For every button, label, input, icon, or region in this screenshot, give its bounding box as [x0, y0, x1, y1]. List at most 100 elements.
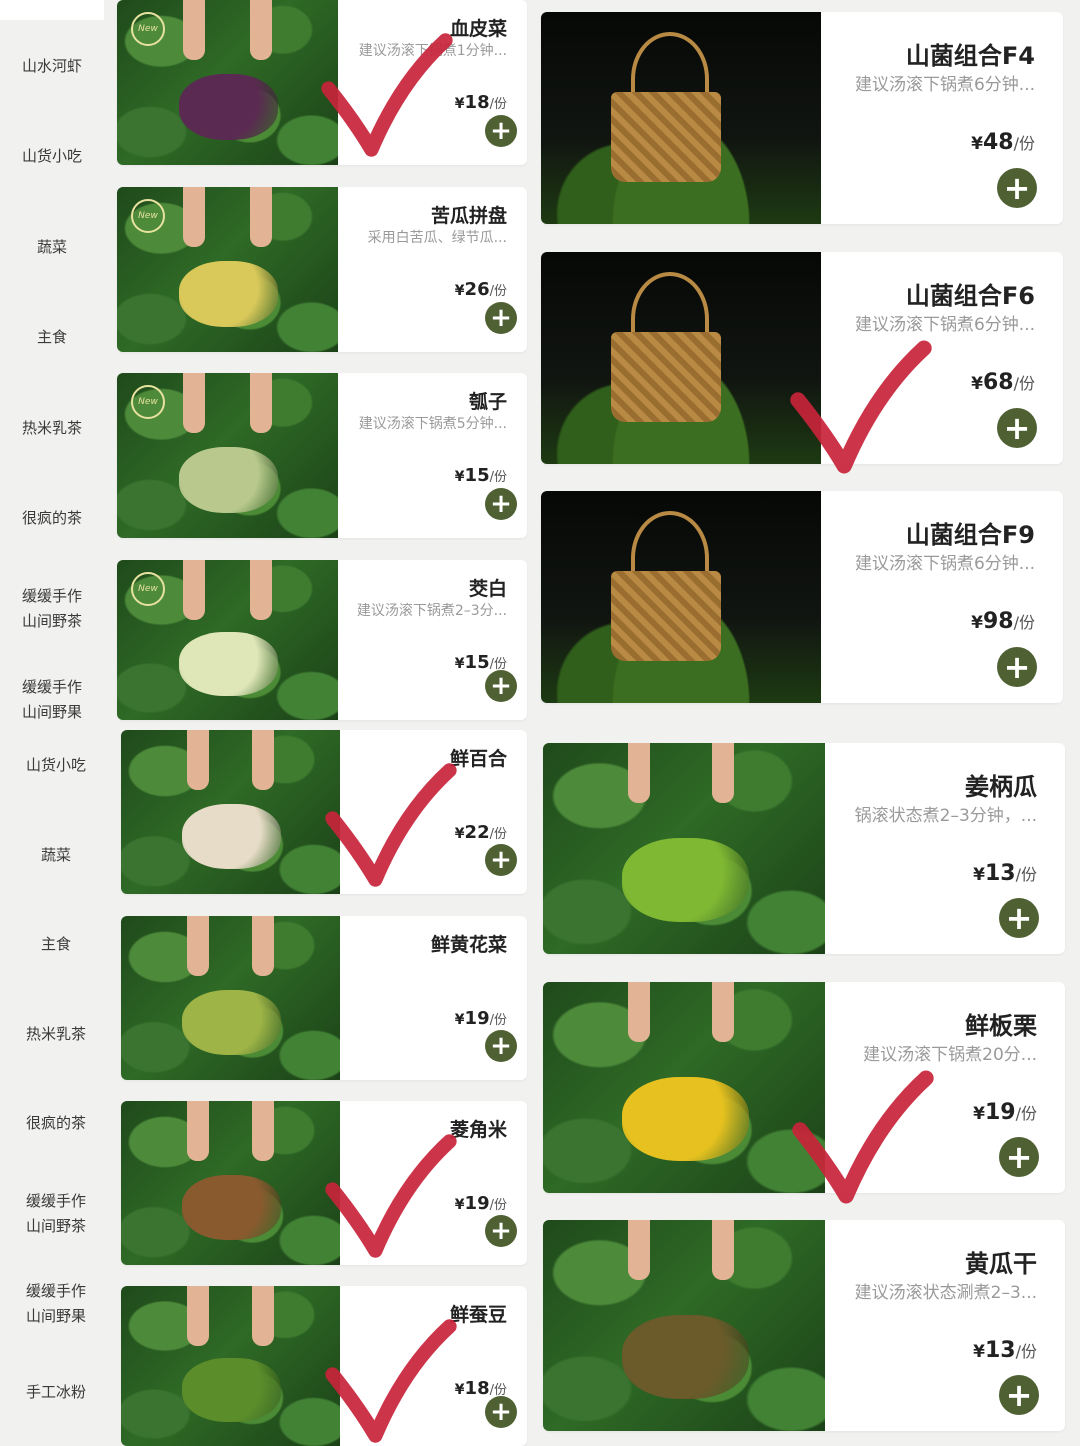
sidebar-item-15[interactable]: 手工冰粉 [4, 1380, 108, 1405]
left-product-card-3[interactable]: New 茭白 建议汤滚下锅煮2–3分... ¥15/份 + [117, 560, 527, 720]
product-name: 山菌组合F4 [905, 42, 1035, 70]
sidebar-item-6[interactable]: 缓缓手作 山间野茶 [0, 584, 104, 634]
plus-circle-icon: + [490, 1031, 512, 1061]
add-to-cart-button[interactable]: + [999, 1375, 1039, 1415]
product-description: 建议汤滚下锅煮1分钟... [358, 43, 507, 59]
produce-illustration [621, 1076, 749, 1162]
product-image[interactable]: New [117, 187, 338, 352]
add-to-cart-button[interactable]: + [997, 168, 1037, 208]
left-product-card-1[interactable]: New 苦瓜拼盘 采用白苦瓜、绿节瓜... ¥26/份 + [117, 187, 527, 352]
sidebar-item-8[interactable]: 山货小吃 [4, 753, 108, 778]
arm [186, 1101, 209, 1161]
produce-illustration [182, 1358, 281, 1422]
price-unit: /份 [1013, 613, 1035, 632]
add-to-cart-button[interactable]: + [485, 488, 517, 520]
arm [627, 982, 650, 1042]
product-info: 山菌组合F9 建议汤滚下锅煮6分钟... ¥98/份 + [821, 491, 1063, 703]
sidebar-item-9[interactable]: 蔬菜 [4, 843, 108, 868]
product-image[interactable] [541, 491, 821, 703]
right-product-card-1[interactable]: 山菌组合F6 建议汤滚下锅煮6分钟... ¥68/份 + [541, 252, 1063, 464]
sidebar-active-strip [0, 0, 104, 20]
right-product-card-5[interactable]: 黄瓜干 建议汤滚状态涮煮2–3... ¥13/份 + [543, 1220, 1065, 1431]
new-badge-icon: New [131, 385, 165, 419]
sidebar-item-1[interactable]: 山货小吃 [0, 144, 104, 169]
left-product-card-2[interactable]: New 瓠子 建议汤滚下锅煮5分钟... ¥15/份 + [117, 373, 527, 538]
sidebar-item-4[interactable]: 热米乳茶 [0, 416, 104, 441]
add-to-cart-button[interactable]: + [999, 1137, 1039, 1177]
arm [252, 1286, 275, 1346]
product-image[interactable] [541, 12, 821, 224]
left-product-card-4[interactable]: 鲜百合 ¥22/份 + [121, 730, 527, 894]
currency-symbol: ¥ [454, 283, 465, 299]
price-value: 15 [464, 465, 490, 486]
product-image[interactable] [121, 730, 340, 894]
product-description: 建议汤滚下锅煮2–3分... [356, 603, 507, 619]
product-image[interactable] [543, 743, 825, 954]
left-product-card-6[interactable]: 菱角米 ¥19/份 + [121, 1101, 527, 1265]
sidebar-item-7[interactable]: 缓缓手作 山间野果 [0, 675, 104, 725]
add-to-cart-button[interactable]: + [485, 302, 517, 334]
plus-circle-icon: + [1005, 1138, 1033, 1176]
product-image[interactable]: New [117, 560, 338, 720]
left-product-card-7[interactable]: 鲜蚕豆 ¥18/份 + [121, 1286, 527, 1446]
arm [712, 982, 735, 1042]
product-image[interactable] [121, 916, 340, 1080]
product-price: ¥98/份 [971, 609, 1035, 634]
sidebar-item-2[interactable]: 蔬菜 [0, 235, 104, 260]
product-image[interactable] [543, 982, 825, 1193]
price-value: 13 [984, 1338, 1016, 1363]
product-info: 鲜百合 ¥22/份 + [340, 730, 527, 894]
plus-circle-icon: + [490, 1216, 512, 1246]
sidebar-item-12[interactable]: 很疯的茶 [4, 1111, 108, 1136]
sidebar-item-3[interactable]: 主食 [0, 325, 104, 350]
sidebar-item-13[interactable]: 缓缓手作 山间野茶 [4, 1189, 108, 1239]
product-name: 鲜百合 [449, 748, 507, 770]
arm [712, 743, 735, 803]
product-info: 鲜蚕豆 ¥18/份 + [340, 1286, 527, 1446]
add-to-cart-button[interactable]: + [997, 647, 1037, 687]
product-image[interactable]: New [117, 373, 338, 538]
product-info: 菱角米 ¥19/份 + [340, 1101, 527, 1265]
price-value: 22 [464, 822, 490, 843]
right-product-card-4[interactable]: 鲜板栗 建议汤滚下锅煮20分... ¥19/份 + [543, 982, 1065, 1193]
product-image[interactable] [543, 1220, 825, 1431]
arm [183, 373, 206, 433]
product-image[interactable]: New [117, 0, 338, 165]
sidebar-item-5[interactable]: 很疯的茶 [0, 506, 104, 531]
add-to-cart-button[interactable]: + [485, 1215, 517, 1247]
arm [252, 730, 275, 790]
add-to-cart-button[interactable]: + [485, 1030, 517, 1062]
currency-symbol: ¥ [454, 656, 465, 672]
add-to-cart-button[interactable]: + [485, 115, 517, 147]
arm [186, 916, 209, 976]
new-badge-icon: New [131, 199, 165, 233]
right-product-card-2[interactable]: 山菌组合F9 建议汤滚下锅煮6分钟... ¥98/份 + [541, 491, 1063, 703]
add-to-cart-button[interactable]: + [997, 408, 1037, 448]
plus-circle-icon: + [1005, 1376, 1033, 1414]
right-product-card-3[interactable]: 姜柄瓜 锅滚状态煮2–3分钟，... ¥13/份 + [543, 743, 1065, 954]
add-to-cart-button[interactable]: + [485, 1396, 517, 1428]
plus-circle-icon: + [490, 845, 512, 875]
sidebar-item-14[interactable]: 缓缓手作 山间野果 [4, 1279, 108, 1329]
add-to-cart-button[interactable]: + [485, 844, 517, 876]
product-image[interactable] [541, 252, 821, 464]
sidebar-item-10[interactable]: 主食 [4, 932, 108, 957]
price-value: 15 [464, 652, 490, 673]
product-price: ¥68/份 [971, 370, 1035, 395]
arm [186, 730, 209, 790]
sidebar-item-11[interactable]: 热米乳茶 [4, 1022, 108, 1047]
add-to-cart-button[interactable]: + [485, 670, 517, 702]
left-product-card-5[interactable]: 鲜黄花菜 ¥19/份 + [121, 916, 527, 1080]
product-image[interactable] [121, 1286, 340, 1446]
right-product-card-0[interactable]: 山菌组合F4 建议汤滚下锅煮6分钟... ¥48/份 + [541, 12, 1063, 224]
sidebar-item-0[interactable]: 山水河虾 [0, 54, 104, 79]
left-product-card-0[interactable]: New 血皮菜 建议汤滚下锅煮1分钟... ¥18/份 + [117, 0, 527, 165]
plus-circle-icon: + [1005, 899, 1033, 937]
product-price: ¥19/份 [455, 1193, 507, 1214]
currency-symbol: ¥ [454, 96, 465, 112]
plus-circle-icon: + [490, 1397, 512, 1427]
price-value: 26 [464, 279, 490, 300]
product-image[interactable] [121, 1101, 340, 1265]
add-to-cart-button[interactable]: + [999, 898, 1039, 938]
product-name: 姜柄瓜 [965, 773, 1037, 801]
